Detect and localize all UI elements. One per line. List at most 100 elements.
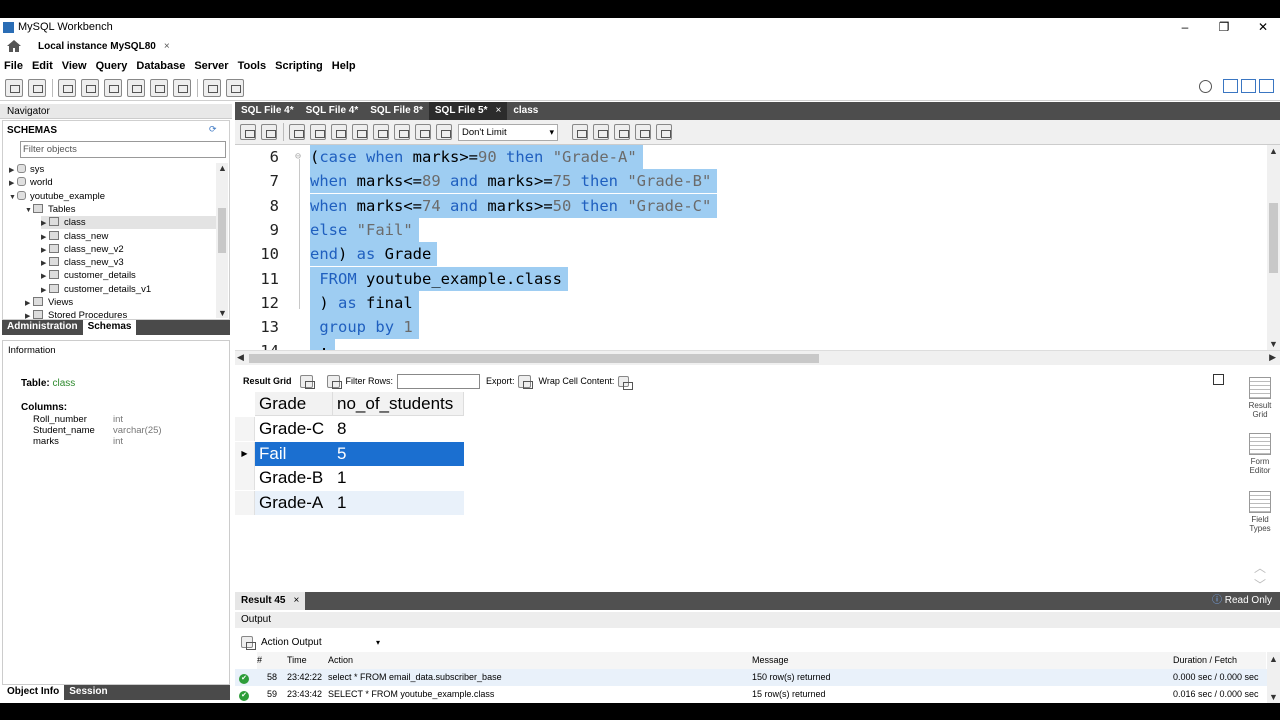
open-sql-script-icon[interactable] [28, 78, 46, 97]
row-marker[interactable] [235, 466, 255, 490]
create-table-icon[interactable] [104, 78, 122, 97]
tab-schemas[interactable]: Schemas [82, 320, 137, 335]
tree-item-table[interactable]: ▶ class [41, 216, 221, 230]
output-mode-select[interactable]: Action Output [261, 637, 376, 648]
menu-scripting[interactable]: Scripting [275, 60, 323, 72]
scroll-down-icon[interactable]: ▼ [1269, 339, 1278, 349]
create-view-icon[interactable] [127, 78, 145, 97]
grid-cell[interactable]: 5 [333, 441, 464, 466]
form-editor-button[interactable]: Form Editor [1242, 433, 1278, 475]
result-grid-button[interactable]: Result Grid [1242, 377, 1278, 419]
scroll-up-icon[interactable]: ▲ [1269, 654, 1278, 664]
collapsed-arrow-icon[interactable]: ▶ [41, 257, 49, 270]
tree-item-table[interactable]: ▶ class_new_v3 [41, 256, 124, 269]
result-grid-label[interactable]: Result Grid [243, 376, 292, 386]
tree-item-table[interactable]: ▶ class_new_v2 [41, 243, 124, 256]
close-icon[interactable]: × [496, 102, 502, 120]
autocommit-icon[interactable] [436, 124, 452, 140]
tree-item-table[interactable]: ▶ class_new [41, 230, 108, 243]
collapsed-arrow-icon[interactable]: ▶ [9, 164, 17, 177]
limit-rows-select[interactable]: Don't Limit [458, 123, 558, 141]
minimize-button[interactable]: – [1165, 18, 1205, 36]
toggle-error-icon[interactable] [373, 124, 389, 140]
reconnect-icon[interactable] [226, 78, 244, 97]
collapsed-arrow-icon[interactable]: ▶ [41, 244, 49, 257]
grid-cell[interactable]: Grade-A [255, 490, 333, 515]
create-procedure-icon[interactable] [150, 78, 168, 97]
scroll-left-icon[interactable]: ◀ [237, 352, 244, 363]
create-function-icon[interactable] [173, 78, 191, 97]
scroll-down-icon[interactable]: ▼ [218, 308, 227, 318]
grid-cell[interactable]: 1 [333, 490, 464, 515]
scroll-up-icon[interactable]: ▲ [218, 163, 227, 173]
tab-session[interactable]: Session [64, 685, 112, 700]
refresh-icon[interactable]: ⟳ [209, 124, 217, 135]
rollback-icon[interactable] [415, 124, 431, 140]
toggle-secondary-sidebar-icon[interactable] [1259, 79, 1274, 93]
grid-cell[interactable]: Grade-C [255, 417, 333, 441]
explain-icon[interactable] [331, 124, 347, 140]
menu-database[interactable]: Database [136, 60, 185, 72]
create-schema-icon[interactable] [81, 78, 99, 97]
close-icon[interactable]: × [293, 592, 299, 610]
row-marker[interactable] [235, 490, 255, 515]
grid-column-header[interactable]: Grade [255, 392, 333, 416]
scrollbar-thumb[interactable] [1269, 203, 1278, 273]
tree-item-db[interactable]: ▶ sys [9, 163, 44, 176]
collapsed-arrow-icon[interactable]: ▶ [25, 297, 33, 310]
open-file-icon[interactable] [240, 124, 256, 140]
tree-item-folder[interactable]: ▶ Views [25, 296, 73, 309]
toggle-output-icon[interactable] [1241, 79, 1256, 93]
collapsed-arrow-icon[interactable]: ▶ [41, 217, 49, 230]
scroll-down-icon[interactable]: ▼ [1269, 692, 1278, 702]
output-column-header[interactable]: Action [328, 652, 752, 669]
settings-gear-icon[interactable] [1199, 79, 1212, 93]
beautify-icon[interactable] [593, 124, 609, 140]
wrap-lines-icon[interactable] [656, 124, 672, 140]
result-grid[interactable]: Grade no_of_students Grade-C 8 ▶ Fail 5 Grade-B… [235, 392, 1240, 592]
collapsed-arrow-icon[interactable]: ▶ [41, 284, 49, 297]
wrap-cell-icon[interactable] [618, 375, 634, 390]
menu-edit[interactable]: Edit [32, 60, 53, 72]
field-types-button[interactable]: Field Types [1242, 491, 1278, 533]
copy-output-icon[interactable] [241, 636, 256, 650]
menu-server[interactable]: Server [194, 60, 228, 72]
grid-cell[interactable]: 1 [333, 466, 464, 490]
scrollbar-thumb[interactable] [218, 208, 226, 253]
execute-current-icon[interactable] [310, 124, 326, 140]
tab-sql-file[interactable]: SQL File 8* [364, 102, 429, 120]
close-icon[interactable]: × [164, 41, 170, 52]
editor-vertical-scrollbar[interactable]: ▲ ▼ [1267, 145, 1280, 350]
home-icon[interactable] [6, 39, 22, 53]
tab-result[interactable]: Result 45 × [235, 592, 306, 610]
fold-toggle-icon[interactable]: ⊖ [295, 145, 305, 169]
output-column-header[interactable]: Duration / Fetch [1173, 652, 1266, 669]
add-snippet-icon[interactable] [572, 124, 588, 140]
expanded-arrow-icon[interactable]: ▼ [9, 191, 17, 204]
toggle-panel-icon[interactable] [1213, 374, 1224, 385]
expanded-arrow-icon[interactable]: ▼ [25, 204, 33, 217]
inspect-schema-icon[interactable] [58, 78, 76, 97]
menu-view[interactable]: View [62, 60, 87, 72]
restore-button[interactable]: ❐ [1204, 18, 1244, 36]
output-scrollbar[interactable]: ▲ ▼ [1267, 652, 1280, 703]
grid-column-header[interactable]: no_of_students [333, 392, 464, 416]
scrollbar-thumb[interactable] [249, 354, 819, 363]
sql-editor[interactable]: 6 ⊖ (case when marks>=90 then "Grade-A" 7 wh… [235, 145, 1267, 350]
tree-item-db[interactable]: ▶ world [9, 176, 53, 189]
tree-item-db[interactable]: ▼ youtube_example [9, 190, 105, 203]
editor-horizontal-scrollbar[interactable]: ◀ ▶ [235, 350, 1280, 365]
tab-administration[interactable]: Administration [2, 320, 83, 335]
tree-item-folder[interactable]: ▼ Tables [25, 203, 75, 216]
menu-query[interactable]: Query [96, 60, 128, 72]
grid-cell[interactable]: Grade-B [255, 466, 333, 490]
filter-rows-input[interactable] [397, 373, 481, 389]
collapsed-arrow-icon[interactable]: ▶ [41, 231, 49, 244]
connection-tab[interactable]: Local instance MySQL80 × [38, 41, 170, 52]
chevron-down-icon[interactable]: ▾ [376, 638, 380, 647]
tree-item-table[interactable]: ▶ customer_details_v1 [41, 283, 151, 296]
export-icon[interactable] [517, 374, 533, 389]
output-column-header[interactable]: Time [287, 652, 328, 669]
collapsed-arrow-icon[interactable]: ▶ [41, 270, 49, 283]
filter-objects-input[interactable]: Filter objects [20, 141, 226, 158]
